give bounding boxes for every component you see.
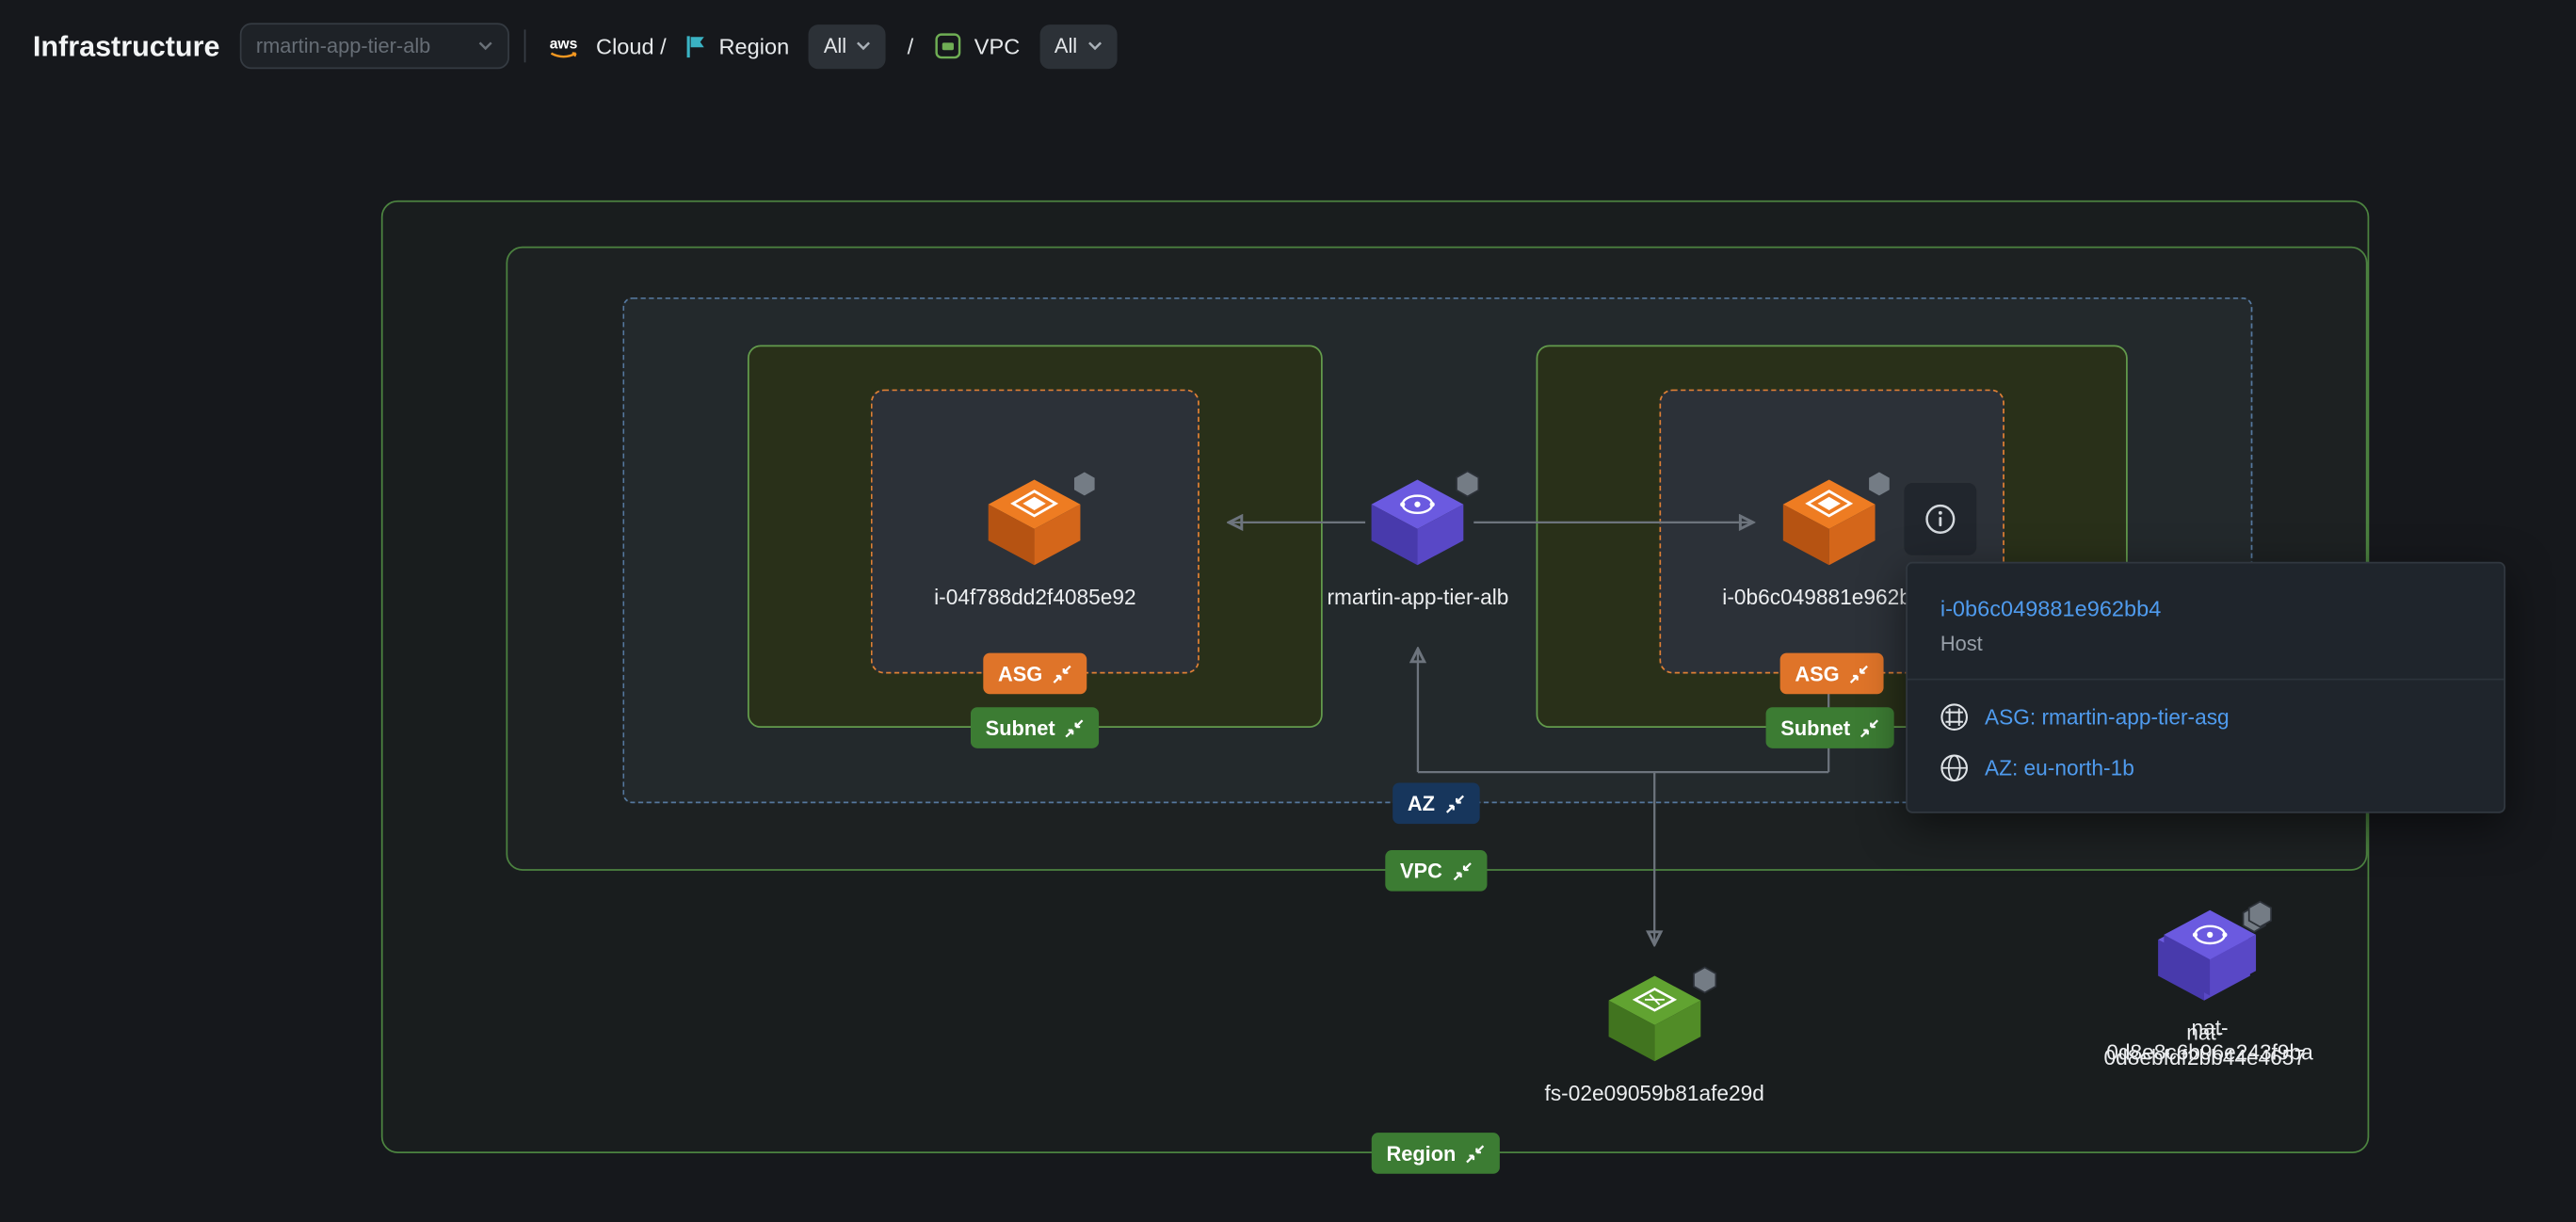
vpc-filter-dropdown[interactable]: All <box>1039 24 1117 68</box>
divider <box>523 29 525 62</box>
region-filter-dropdown[interactable]: All <box>809 24 886 68</box>
nat-gateway-icon <box>2157 907 2262 999</box>
hexagon-badge-icon <box>1692 966 1716 994</box>
collapse-icon <box>1860 718 1880 738</box>
asg-left-badge-label: ASG <box>998 662 1042 684</box>
ec2-icon <box>982 476 1087 569</box>
breadcrumb-separator: / <box>908 34 914 58</box>
page-title: Infrastructure <box>33 29 220 64</box>
top-bar: Infrastructure rmartin-app-tier-alb aws … <box>0 0 2576 92</box>
efs-icon <box>1602 973 1707 1065</box>
tooltip-az-link[interactable]: AZ: eu-north-1b <box>1940 754 2471 782</box>
tooltip-divider <box>1908 679 2504 681</box>
node-label: nat- 0d8e8c6b96e243f9ba <box>2106 1015 2313 1064</box>
asg-left-badge[interactable]: ASG <box>983 653 1087 695</box>
alb-icon <box>1365 476 1471 569</box>
collapse-icon <box>1065 718 1085 738</box>
az-badge-label: AZ <box>1408 792 1435 814</box>
subnet-right-badge[interactable]: Subnet <box>1766 707 1895 748</box>
chevron-down-icon <box>857 41 872 51</box>
vpc-badge-label: VPC <box>1400 860 1442 882</box>
hexagon-badge-icon <box>1866 470 1891 498</box>
asg-right-badge[interactable]: ASG <box>1780 653 1884 695</box>
chevron-down-icon <box>1087 41 1103 51</box>
aws-logo-text: aws <box>549 36 577 52</box>
resource-filter-value: rmartin-app-tier-alb <box>256 35 430 57</box>
asg-right-badge-label: ASG <box>1795 662 1839 684</box>
node-label: rmartin-app-tier-alb <box>1327 585 1508 609</box>
node-label: i-04f788dd2f4085e92 <box>934 585 1135 609</box>
ec2-icon <box>1776 476 1881 569</box>
hexagon-badge-icon <box>1072 470 1097 498</box>
hexagon-badge-icon <box>1456 470 1480 498</box>
region-badge-label: Region <box>1386 1142 1456 1165</box>
region-flag-icon <box>684 34 706 58</box>
asg-grid-icon <box>1940 703 1969 732</box>
host-tooltip: i-0b6c049881e962bb4 Host ASG: rmartin-ap… <box>1906 562 2505 813</box>
globe-icon <box>1940 754 1969 782</box>
collapse-icon <box>1452 860 1472 880</box>
node-ec2-left[interactable]: i-04f788dd2f4085e92 <box>934 476 1135 609</box>
az-badge[interactable]: AZ <box>1393 782 1479 824</box>
subnet-left-badge[interactable]: Subnet <box>971 707 1100 748</box>
node-alb[interactable]: rmartin-app-tier-alb <box>1327 476 1508 609</box>
collapse-icon <box>1466 1144 1486 1164</box>
tooltip-subtitle: Host <box>1940 633 2471 655</box>
collapse-icon <box>1849 664 1869 683</box>
collapse-icon <box>1053 664 1072 683</box>
collapse-icon <box>1444 794 1464 813</box>
infrastructure-map-page: Infrastructure rmartin-app-tier-alb aws … <box>0 0 2576 1222</box>
info-icon <box>1924 503 1956 536</box>
node-label: fs-02e09059b81afe29d <box>1545 1081 1764 1105</box>
breadcrumb-vpc-label: VPC <box>974 34 1020 58</box>
node-nat-b[interactable]: nat- 0d8e8c6b96e243f9ba <box>2106 907 2313 1065</box>
hexagon-badge-icon <box>2247 900 2272 928</box>
vpc-icon <box>935 33 961 59</box>
region-badge[interactable]: Region <box>1372 1133 1501 1174</box>
vpc-badge[interactable]: VPC <box>1385 850 1487 892</box>
vpc-filter-value: All <box>1055 35 1077 57</box>
breadcrumb-region-label: Region <box>719 34 790 58</box>
node-label: i-0b6c049881e962bb4 <box>1722 585 1935 609</box>
tooltip-asg-link[interactable]: ASG: rmartin-app-tier-asg <box>1940 703 2471 732</box>
region-filter-value: All <box>824 35 846 57</box>
resource-filter-dropdown[interactable]: rmartin-app-tier-alb <box>239 23 508 69</box>
subnet-left-badge-label: Subnet <box>986 716 1055 739</box>
subnet-right-badge-label: Subnet <box>1780 716 1850 739</box>
node-efs[interactable]: fs-02e09059b81afe29d <box>1545 973 1764 1105</box>
aws-logo-icon: aws <box>543 32 583 60</box>
info-button[interactable] <box>1903 481 1978 556</box>
breadcrumb-cloud-label: Cloud / <box>596 34 667 58</box>
tooltip-host-link[interactable]: i-0b6c049881e962bb4 <box>1940 596 2471 620</box>
chevron-down-icon <box>477 41 492 51</box>
